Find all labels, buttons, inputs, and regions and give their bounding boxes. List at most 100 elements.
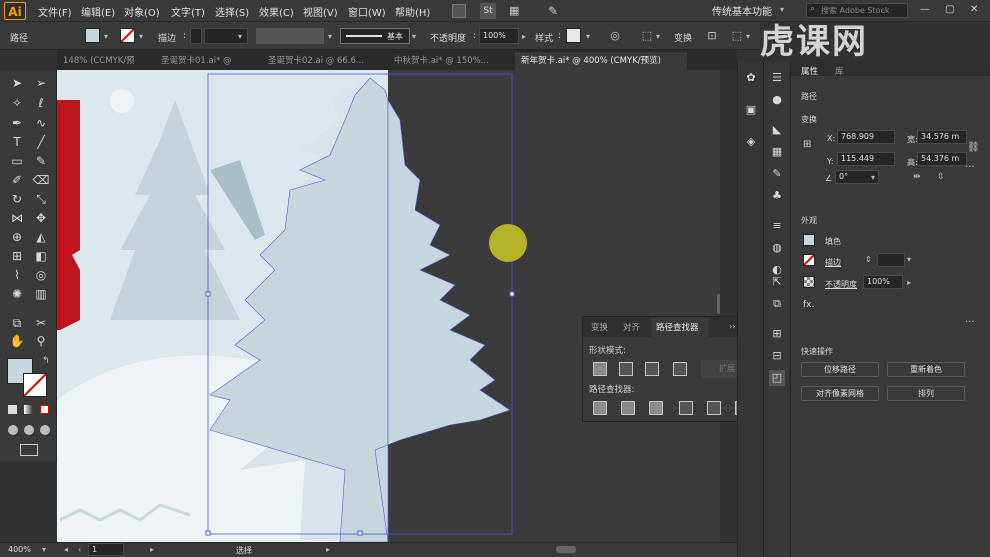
bridge-icon[interactable]	[452, 4, 466, 18]
artboard-tool-icon[interactable]: ⧉	[8, 314, 26, 332]
stroke-panel-icon[interactable]: ≡	[769, 218, 785, 234]
selection-handle-bottom[interactable]	[357, 530, 363, 536]
arrange-button[interactable]: 排列	[887, 386, 965, 401]
menu-object[interactable]: 对象(O)	[124, 4, 160, 19]
slice-tool-icon[interactable]: ✂	[32, 314, 50, 332]
stroke-weight-input[interactable]	[877, 253, 905, 267]
first-artboard-icon[interactable]: ‹	[78, 545, 81, 554]
reference-point-icon[interactable]: ⊞	[803, 138, 817, 152]
draw-inside-icon[interactable]	[40, 425, 50, 435]
type-tool-icon[interactable]: T	[8, 133, 26, 151]
chevron-down-icon[interactable]: ▾	[656, 32, 660, 41]
width-tool-icon[interactable]: ⋈	[8, 209, 26, 227]
tab-document-4[interactable]: 中秋贺卡.ai* @ 150%...	[388, 52, 506, 70]
tab-transform[interactable]: 变换	[591, 321, 608, 333]
rectangle-tool-icon[interactable]: ▭	[8, 152, 26, 170]
tree-right-half[interactable]	[374, 98, 511, 542]
zoom-level[interactable]: 400%	[8, 545, 31, 554]
draw-normal-icon[interactable]	[8, 425, 18, 435]
gradient-mode-icon[interactable]	[24, 405, 33, 414]
previous-artboard-icon[interactable]: ◂	[64, 545, 68, 554]
recolor-icon[interactable]: ◎	[608, 29, 622, 43]
chevron-down-icon[interactable]: ▾	[746, 32, 750, 41]
stroke-swatch[interactable]	[803, 254, 815, 266]
chevron-right-icon[interactable]: ▸	[522, 32, 526, 41]
hand-tool-icon[interactable]: ✋	[8, 332, 26, 350]
fx-label[interactable]: fx.	[803, 300, 814, 310]
shaper-tool-icon[interactable]: ✐	[8, 171, 26, 189]
maximize-icon[interactable]: ▢	[945, 4, 954, 15]
scale-tool-icon[interactable]: ⤡	[32, 190, 50, 208]
align-panel-icon[interactable]: ⊟	[769, 348, 785, 364]
symbols-icon[interactable]: ♣	[769, 188, 785, 204]
align-pixel-grid-button[interactable]: 对齐像素网格	[801, 386, 879, 401]
pathfinder-panel-icon[interactable]: ◰	[769, 370, 785, 386]
canvas[interactable]	[57, 70, 720, 542]
rotate-tool-icon[interactable]: ↻	[8, 190, 26, 208]
align-icon[interactable]: ⬚	[640, 29, 654, 43]
offset-path-button[interactable]: 位移路径	[801, 362, 879, 377]
selection-handle-left[interactable]	[205, 291, 211, 297]
menu-window[interactable]: 窗口(W)	[348, 4, 386, 19]
chevron-down-icon[interactable]: ▾	[412, 32, 416, 41]
tab-document-3[interactable]: 圣诞贺卡02.ai @ 66.6...	[262, 52, 376, 70]
stroke-weight-stepper[interactable]	[190, 28, 202, 44]
tab-properties[interactable]: 属性	[801, 65, 818, 77]
artboard-number-input[interactable]: 1	[88, 543, 124, 556]
artboards-icon[interactable]: ▣	[743, 102, 759, 118]
eyedropper-icon[interactable]: ⌇	[8, 266, 26, 284]
screen-mode-icon[interactable]	[20, 444, 38, 456]
stroke-color-box[interactable]	[23, 373, 47, 397]
unite-icon[interactable]	[593, 362, 607, 376]
appearance-icon[interactable]: ●	[769, 92, 785, 108]
paintbrush-icon[interactable]: ✎	[32, 152, 50, 170]
x-input[interactable]: 768.909	[837, 130, 895, 144]
brushes-icon[interactable]: ✎	[769, 166, 785, 182]
menu-type[interactable]: 文字(T)	[171, 4, 205, 19]
brush-icon[interactable]: ✎	[548, 3, 564, 19]
line-tool-icon[interactable]: ╱	[32, 133, 50, 151]
more-options-icon[interactable]: ···	[965, 162, 975, 173]
direct-selection-tool-icon[interactable]: ➢	[32, 74, 50, 92]
opacity-label[interactable]: 不透明度	[825, 279, 857, 290]
collapse-icon[interactable]: ››	[729, 322, 735, 331]
variable-width-profile[interactable]	[256, 28, 324, 44]
tab-document-active[interactable]: 新年贺卡.ai* @ 400% (CMYK/预览)	[515, 52, 687, 70]
draw-behind-icon[interactable]	[24, 425, 34, 435]
opacity-input[interactable]: 100%	[479, 28, 519, 44]
select-similar-icon[interactable]: ⬚	[730, 29, 744, 43]
magic-wand-icon[interactable]: ✧	[8, 94, 26, 112]
chevron-down-icon[interactable]: ▾	[586, 32, 590, 41]
stroke-label[interactable]: 描边	[158, 31, 176, 44]
blend-tool-icon[interactable]: ◎	[32, 266, 50, 284]
perspective-grid-icon[interactable]: ◭	[32, 228, 50, 246]
chevron-right-icon[interactable]: ▸	[907, 278, 911, 287]
graphic-styles-icon[interactable]: ◣	[769, 122, 785, 138]
properties-icon[interactable]: ☰	[769, 70, 785, 86]
tab-document-2[interactable]: 圣诞贺卡01.ai* @ 15...	[155, 52, 255, 84]
selection-handle-right[interactable]	[509, 291, 515, 297]
more-options-icon[interactable]: ···	[965, 317, 975, 328]
menu-file[interactable]: 文件(F)	[38, 4, 72, 19]
swap-colors-icon[interactable]: ↰	[42, 356, 50, 366]
transform-link[interactable]: 变换	[674, 31, 692, 44]
minus-front-icon[interactable]	[619, 362, 633, 376]
menu-edit[interactable]: 编辑(E)	[81, 4, 115, 19]
menu-effect[interactable]: 效果(C)	[259, 4, 294, 19]
selection-tool-icon[interactable]: ➤	[8, 74, 26, 92]
isolate-icon[interactable]: ⊡	[705, 29, 719, 43]
crop-icon[interactable]	[679, 401, 693, 415]
tab-document-1[interactable]: 148% (CCMYK/预览)	[57, 52, 145, 84]
mesh-tool-icon[interactable]: ⊞	[8, 247, 26, 265]
y-input[interactable]: 115.449	[837, 152, 895, 166]
color-mode-icon[interactable]	[8, 405, 17, 414]
chevron-down-icon[interactable]: ▾	[42, 545, 46, 554]
puppet-warp-icon[interactable]: ✥	[32, 209, 50, 227]
shape-builder-icon[interactable]: ⊕	[8, 228, 26, 246]
divide-icon[interactable]	[593, 401, 607, 415]
symbol-sprayer-icon[interactable]: ✺	[8, 285, 26, 303]
menu-select[interactable]: 选择(S)	[215, 4, 249, 19]
curvature-tool-icon[interactable]: ∿	[32, 114, 50, 132]
gradient-panel-icon[interactable]: ◍	[769, 240, 785, 256]
color-guide-icon[interactable]: ✿	[743, 70, 759, 86]
